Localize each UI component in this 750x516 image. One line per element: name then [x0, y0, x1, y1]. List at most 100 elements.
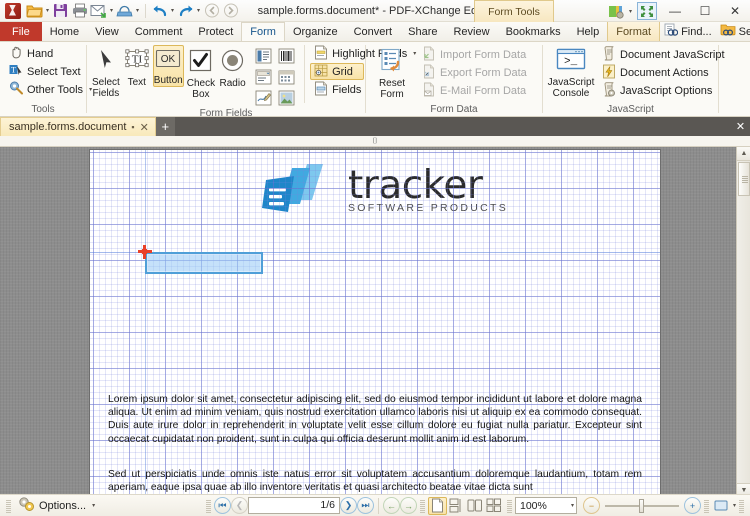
fit-page-button[interactable]	[712, 497, 731, 515]
barcode-icon[interactable]	[275, 46, 297, 66]
tab-bookmarks[interactable]: Bookmarks	[498, 22, 569, 41]
dropdown-icon[interactable]	[252, 67, 274, 87]
list-box-icon[interactable]	[252, 46, 274, 66]
export-form-data-button[interactable]: Export Form Data	[418, 64, 531, 81]
page-number-input[interactable]: 1/6	[247, 497, 340, 514]
tab-format[interactable]: Format	[607, 22, 661, 41]
print-icon[interactable]	[70, 2, 89, 20]
checkbox-field-button[interactable]: Check Box	[186, 45, 216, 101]
customize-toolbar-icon[interactable]	[605, 1, 627, 21]
import-form-data-button[interactable]: Import Form Data	[418, 46, 531, 63]
zoom-in-button[interactable]: +	[683, 497, 701, 514]
search-button[interactable]: Search...	[717, 23, 750, 40]
email-form-data-button[interactable]: E-Mail Form Data	[418, 82, 531, 99]
continuous-view-button[interactable]	[447, 497, 466, 515]
select-fields-button[interactable]: Select Fields	[91, 45, 121, 100]
tab-review[interactable]: Review	[445, 22, 497, 41]
document-tab-close-icon[interactable]: ✕	[140, 121, 149, 134]
vertical-scrollbar[interactable]: ▲ ▼	[736, 147, 750, 497]
redo-icon[interactable]	[176, 2, 195, 20]
pin-icon[interactable]: ⌷	[373, 136, 378, 146]
fullscreen-icon[interactable]	[637, 2, 657, 20]
select-text-button[interactable]: T Select Text	[5, 63, 85, 80]
image-icon[interactable]	[275, 88, 297, 108]
document-tab[interactable]: sample.forms.document ▪ ✕	[0, 117, 156, 136]
new-tab-button[interactable]: +	[155, 117, 175, 136]
first-page-button[interactable]: ⏮	[213, 497, 231, 514]
pdf-page[interactable]: tracker SOFTWARE PRODUCTS Lorem ipsum do…	[90, 150, 660, 497]
reset-form-button[interactable]: Reset Form	[370, 45, 414, 101]
tab-protect[interactable]: Protect	[190, 22, 241, 41]
radio-field-button[interactable]: Radio	[218, 45, 247, 90]
statusbar-grip-right[interactable]	[739, 498, 744, 513]
navigate-back-button[interactable]: ←	[382, 497, 400, 514]
close-all-tabs-button[interactable]: ✕	[731, 117, 750, 136]
fit-dropdown-icon[interactable]: ▾	[733, 502, 736, 509]
statusbar-grip-views[interactable]	[419, 498, 425, 513]
scan-dropdown-icon[interactable]: ▾	[134, 2, 141, 20]
statusbar-grip-zoom[interactable]	[506, 498, 512, 513]
find-button[interactable]: Find...	[660, 23, 715, 40]
document-actions-button[interactable]: Document Actions	[598, 64, 729, 81]
options-dropdown-icon[interactable]: ▾	[92, 502, 95, 509]
open-icon[interactable]	[25, 2, 44, 20]
undo-dropdown-icon[interactable]: ▾	[169, 2, 176, 20]
last-page-button[interactable]: ⏭	[356, 497, 374, 514]
close-button[interactable]: ✕	[720, 1, 750, 22]
tab-help[interactable]: Help	[569, 22, 608, 41]
save-icon[interactable]	[51, 2, 70, 20]
email-icon[interactable]	[89, 2, 108, 20]
button-field-button[interactable]: OK Button	[152, 45, 184, 87]
zoom-level-select[interactable]: 100% ▾	[514, 497, 577, 514]
document-javascript-button[interactable]: Document JavaScript	[598, 45, 729, 63]
zoom-out-button[interactable]: −	[582, 497, 600, 514]
other-tools-button[interactable]: Other Tools ▾	[5, 81, 96, 98]
date-icon[interactable]	[275, 67, 297, 87]
hand-icon	[9, 45, 23, 62]
document-view[interactable]: tracker SOFTWARE PRODUCTS Lorem ipsum do…	[0, 147, 750, 497]
statusbar-grip-fit[interactable]	[703, 498, 709, 513]
customize-toolbar-dropdown-icon[interactable]: ▾	[627, 2, 634, 20]
maximize-button[interactable]: ☐	[690, 1, 720, 22]
tab-convert[interactable]: Convert	[346, 22, 401, 41]
two-page-continuous-view-button[interactable]	[485, 497, 504, 515]
options-button[interactable]: Options... ▾	[14, 496, 99, 515]
statusbar-grip-left[interactable]	[6, 498, 11, 513]
scroll-up-arrow-icon[interactable]: ▲	[737, 147, 750, 161]
context-tab-form-tools[interactable]: Form Tools	[474, 0, 554, 22]
tab-share[interactable]: Share	[400, 22, 445, 41]
javascript-console-button[interactable]: >_ JavaScript Console	[547, 45, 595, 100]
scan-icon[interactable]	[115, 2, 134, 20]
tab-form[interactable]: Form	[241, 22, 285, 41]
zoom-dropdown-icon[interactable]: ▾	[571, 502, 574, 509]
email-dropdown-icon[interactable]: ▾	[108, 2, 115, 20]
signature-icon[interactable]	[252, 88, 274, 108]
undo-icon[interactable]	[150, 2, 169, 20]
redo-dropdown-icon[interactable]: ▾	[195, 2, 202, 20]
previous-page-button[interactable]: ❮	[230, 497, 248, 514]
javascript-options-button[interactable]: JavaScript Options	[598, 81, 729, 99]
tab-comment[interactable]: Comment	[127, 22, 191, 41]
two-page-view-button[interactable]	[466, 497, 485, 515]
next-page-button[interactable]: ❯	[339, 497, 357, 514]
panel-collapse-strip[interactable]: ⌷	[0, 136, 750, 147]
statusbar-grip-nav[interactable]	[205, 498, 211, 513]
hand-tool-button[interactable]: Hand	[5, 45, 57, 62]
tab-home[interactable]: Home	[42, 22, 87, 41]
tab-view[interactable]: View	[87, 22, 127, 41]
text-field-button[interactable]: TI Text	[123, 45, 151, 89]
forward-icon[interactable]	[221, 2, 240, 20]
tab-file[interactable]: File	[0, 22, 42, 41]
button-field-draw-rect[interactable]	[145, 252, 263, 274]
minimize-button[interactable]: —	[660, 1, 690, 22]
navigate-forward-button[interactable]: →	[399, 497, 417, 514]
zoom-slider-track[interactable]	[604, 498, 679, 513]
back-icon[interactable]	[202, 2, 221, 20]
zoom-slider-thumb[interactable]	[638, 498, 644, 513]
grid-toggle-button[interactable]: Grid	[310, 63, 365, 80]
vertical-scroll-thumb[interactable]	[738, 162, 750, 196]
single-page-view-button[interactable]	[427, 496, 447, 515]
open-dropdown-icon[interactable]: ▾	[44, 2, 51, 20]
zoom-slider[interactable]: − +	[582, 497, 701, 514]
tab-organize[interactable]: Organize	[285, 22, 346, 41]
